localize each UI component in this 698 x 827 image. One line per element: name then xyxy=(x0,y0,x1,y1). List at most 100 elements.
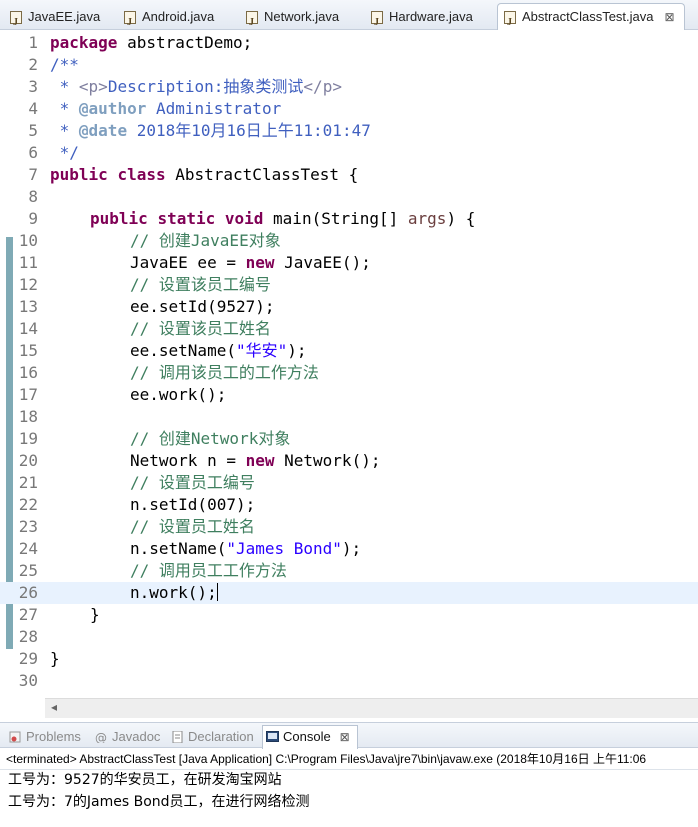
line-number: 12 xyxy=(18,275,38,294)
code-line[interactable]: 11 JavaEE ee = new JavaEE(); xyxy=(0,252,698,274)
javadoc-text: Description:抽象类测试 xyxy=(107,77,304,96)
tab-label: Javadoc xyxy=(112,729,161,744)
tab-label: Console xyxy=(283,729,331,744)
keyword: new xyxy=(245,451,275,470)
code-line[interactable]: 9 public static void main(String[] args) … xyxy=(0,208,698,230)
line-number: 7 xyxy=(28,165,38,184)
console-status-line: <terminated> AbstractClassTest [Java App… xyxy=(0,748,698,770)
tab-hardware-java[interactable]: Hardware.java xyxy=(365,4,473,36)
html-tag: <p> xyxy=(78,77,108,96)
code-line[interactable]: 15 ee.setName("华安"); xyxy=(0,340,698,362)
line-number: 26 xyxy=(18,583,38,602)
comment: // 设置该员工姓名 xyxy=(130,319,271,338)
text-caret xyxy=(216,583,218,601)
code-line[interactable]: 17 ee.work(); xyxy=(0,384,698,406)
code-text: ee.setId(9527); xyxy=(130,297,275,316)
javadoc-text: /** xyxy=(50,55,79,74)
close-tab-icon[interactable]: ⊠ xyxy=(340,726,350,748)
tab-android-java[interactable]: Android.java xyxy=(118,4,215,36)
console-icon xyxy=(266,731,279,742)
keyword: public xyxy=(50,165,108,184)
horizontal-scrollbar[interactable]: ◂ xyxy=(45,698,698,718)
at-icon: @ xyxy=(95,731,107,743)
line-number: 8 xyxy=(28,187,38,206)
comment: // 调用该员工的工作方法 xyxy=(130,363,319,382)
javadoc-text: 2018年10月16日上午11:01:47 xyxy=(127,121,371,140)
code-line[interactable]: 13 ee.setId(9527); xyxy=(0,296,698,318)
code-text: JavaEE ee = xyxy=(130,253,246,272)
javadoc-annotation: @author xyxy=(78,99,147,118)
code-line[interactable]: 20 Network n = new Network(); xyxy=(0,450,698,472)
keyword: static xyxy=(157,209,216,228)
line-number: 10 xyxy=(18,231,38,250)
code-line[interactable]: 5 * @date 2018年10月16日上午11:01:47 xyxy=(0,120,698,142)
code-line[interactable]: 25 // 调用员工工作方法 xyxy=(0,560,698,582)
code-text: ee.work(); xyxy=(130,385,227,404)
tab-network-java[interactable]: Network.java xyxy=(240,4,339,36)
code-line[interactable]: 19 // 创建Network对象 xyxy=(0,428,698,450)
code-line[interactable]: 14 // 设置该员工姓名 xyxy=(0,318,698,340)
code-line[interactable]: 30 xyxy=(0,670,698,692)
tab-javadoc[interactable]: @ Javadoc xyxy=(92,726,160,748)
tab-console[interactable]: Console ⊠ xyxy=(262,725,358,749)
console-output-line: 工号为：7的James Bond员工，在进行网络检测 xyxy=(8,794,310,810)
code-text: ); xyxy=(287,341,307,360)
tab-label: Hardware.java xyxy=(389,9,473,24)
tab-label: Android.java xyxy=(142,9,215,24)
code-text: ) { xyxy=(446,209,476,228)
tab-label: Problems xyxy=(26,729,81,744)
code-line[interactable]: 10 // 创建JavaEE对象 xyxy=(0,230,698,252)
line-number: 5 xyxy=(28,121,38,140)
tab-problems[interactable]: Problems xyxy=(6,726,81,748)
code-line[interactable]: 29} xyxy=(0,648,698,670)
code-text: abstractDemo; xyxy=(117,33,253,52)
code-line[interactable]: 24 n.setName("James Bond"); xyxy=(0,538,698,560)
code-text: } xyxy=(50,649,60,668)
string-literal: "华安" xyxy=(235,341,288,360)
comment: // 创建Network对象 xyxy=(130,429,291,448)
javadoc-text: * xyxy=(50,99,79,118)
keyword: new xyxy=(245,253,275,272)
current-code-line[interactable]: 26 n.work(); xyxy=(0,582,698,604)
line-number: 9 xyxy=(28,209,38,228)
java-file-icon xyxy=(504,10,516,36)
tab-abstractclasstest-java[interactable]: AbstractClassTest.java ⊠ xyxy=(497,3,685,36)
code-editor[interactable]: 1 package abstractDemo; 2 /** 3 * <p>Descr… xyxy=(0,30,698,718)
code-line[interactable]: 18 xyxy=(0,406,698,428)
line-number: 28 xyxy=(18,627,38,646)
code-line[interactable]: 23 // 设置员工姓名 xyxy=(0,516,698,538)
editor-tab-bar: JavaEE.java Android.java Network.java Ha… xyxy=(0,0,698,36)
line-number: 1 xyxy=(28,33,38,52)
code-text: JavaEE(); xyxy=(274,253,371,272)
code-line[interactable]: 8 xyxy=(0,186,698,208)
comment: // 创建JavaEE对象 xyxy=(130,231,281,250)
code-line[interactable]: 4 * @author Administrator xyxy=(0,98,698,120)
code-line[interactable]: 2 /** xyxy=(0,54,698,76)
code-line[interactable]: 21 // 设置员工编号 xyxy=(0,472,698,494)
javadoc-text: * xyxy=(50,77,79,96)
console-output-line: 工号为：9527的华安员工，在研发淘宝网站 xyxy=(8,772,282,788)
code-line[interactable]: 7 public class AbstractClassTest { xyxy=(0,164,698,186)
java-file-icon xyxy=(10,10,22,36)
line-number: 6 xyxy=(28,143,38,162)
code-line[interactable]: 22 n.setId(007); xyxy=(0,494,698,516)
code-line[interactable]: 12 // 设置该员工编号 xyxy=(0,274,698,296)
javadoc-annotation: @date xyxy=(78,121,128,140)
code-line[interactable]: 16 // 调用该员工的工作方法 xyxy=(0,362,698,384)
code-line[interactable]: 27} xyxy=(0,604,698,626)
close-tab-icon[interactable]: ⊠ xyxy=(664,4,674,30)
java-file-icon xyxy=(371,10,383,36)
scroll-left-icon[interactable]: ◂ xyxy=(51,700,57,714)
code-line[interactable]: 3 * <p>Description:抽象类测试</p> xyxy=(0,76,698,98)
line-number: 17 xyxy=(18,385,38,404)
tab-javaee-java[interactable]: JavaEE.java xyxy=(4,4,100,36)
line-number: 16 xyxy=(18,363,38,382)
keyword: void xyxy=(224,209,264,228)
code-line[interactable]: 1 package abstractDemo; xyxy=(0,32,698,54)
code-line[interactable]: 6 */ xyxy=(0,142,698,164)
tab-declaration[interactable]: Declaration xyxy=(168,726,254,748)
line-number: 27 xyxy=(18,605,38,624)
parameter: args xyxy=(407,209,447,228)
code-line[interactable]: 28 xyxy=(0,626,698,648)
keyword: class xyxy=(117,165,166,184)
